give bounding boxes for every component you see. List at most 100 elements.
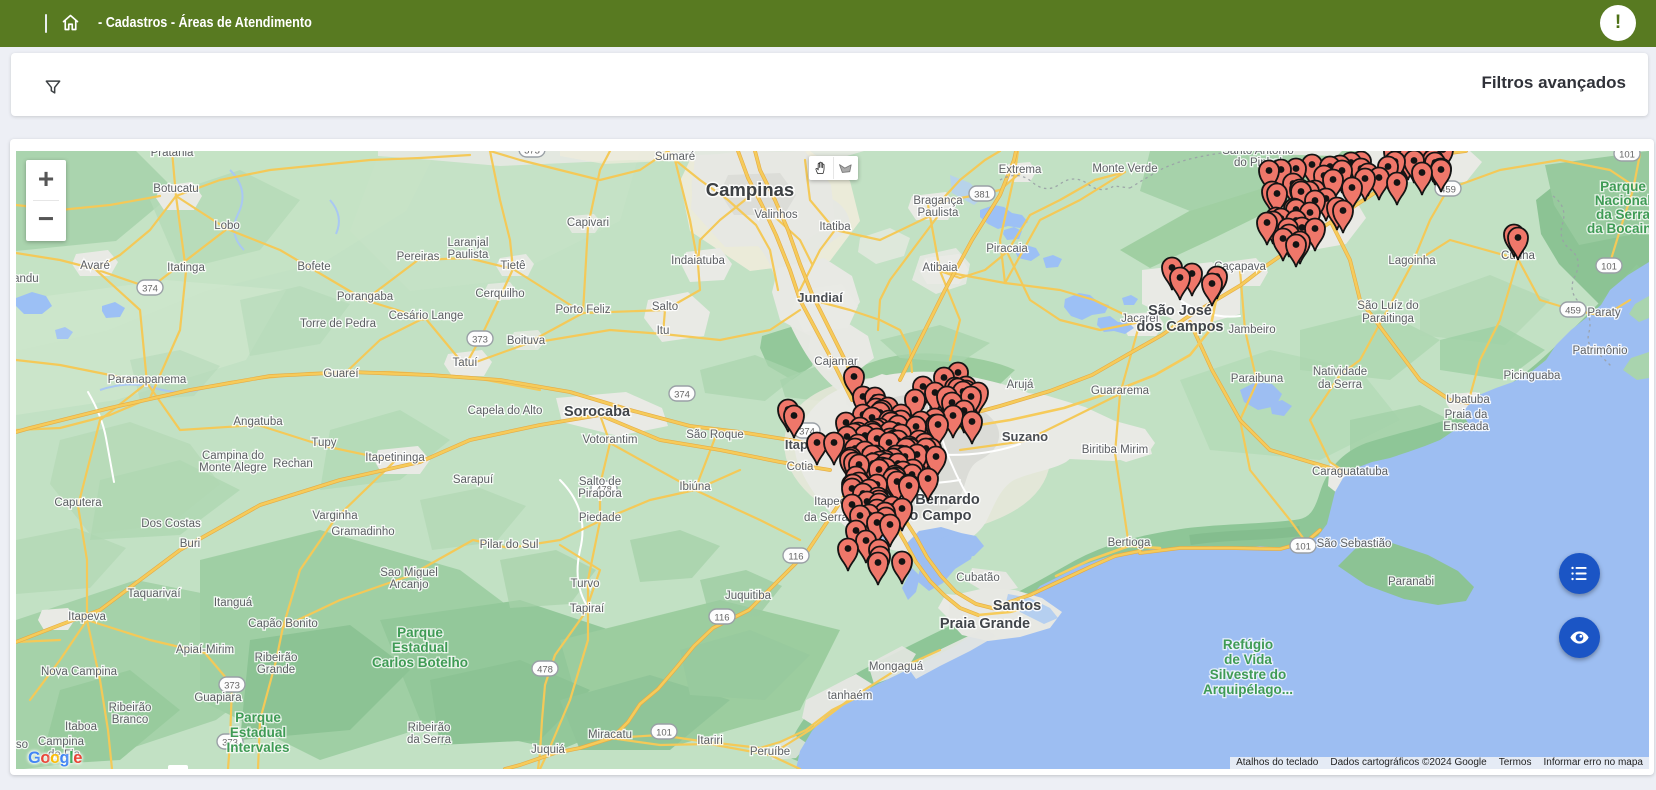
svg-text:Arcanjo: Arcanjo xyxy=(390,579,429,591)
svg-text:Branco: Branco xyxy=(112,714,148,726)
svg-text:Pilar do Sul: Pilar do Sul xyxy=(480,539,539,551)
svg-text:Caputera: Caputera xyxy=(54,497,102,509)
svg-text:Pratânia: Pratânia xyxy=(151,151,194,159)
svg-text:381: 381 xyxy=(974,190,990,201)
svg-text:Gramadinho: Gramadinho xyxy=(331,526,394,538)
svg-text:Apiaí-Mirim: Apiaí-Mirim xyxy=(176,644,234,656)
svg-text:Nova Campina: Nova Campina xyxy=(41,666,118,678)
svg-text:Arquipélago...: Arquipélago... xyxy=(1203,682,1293,697)
svg-text:Guararema: Guararema xyxy=(1091,385,1150,397)
svg-text:Enseada: Enseada xyxy=(1443,421,1489,433)
svg-text:Sumaré: Sumaré xyxy=(655,151,695,163)
svg-text:Boituva: Boituva xyxy=(507,335,546,347)
svg-text:Ibiúna: Ibiúna xyxy=(679,481,711,493)
svg-text:Ribeirão: Ribeirão xyxy=(255,652,298,664)
svg-text:Pereiras: Pereiras xyxy=(397,251,440,263)
svg-text:Laranjal: Laranjal xyxy=(448,237,489,249)
svg-text:São Luíz do: São Luíz do xyxy=(1357,300,1418,312)
svg-text:Tapiraí: Tapiraí xyxy=(570,603,605,615)
svg-text:Avaré: Avaré xyxy=(80,260,110,272)
svg-text:Caraguatatuba: Caraguatatuba xyxy=(1312,466,1389,478)
svg-text:Paraibuna: Paraibuna xyxy=(1231,373,1284,385)
svg-text:Campinas: Campinas xyxy=(706,179,794,200)
svg-text:478: 478 xyxy=(537,665,553,676)
svg-text:Lagoinha: Lagoinha xyxy=(1388,255,1436,267)
svg-text:Paranabi: Paranabi xyxy=(1388,576,1434,588)
svg-text:101: 101 xyxy=(1619,151,1635,161)
svg-text:Itaboa: Itaboa xyxy=(65,721,98,733)
svg-text:373: 373 xyxy=(224,681,240,692)
svg-text:Atibaia: Atibaia xyxy=(922,262,958,274)
svg-text:Itatinga: Itatinga xyxy=(167,262,205,274)
svg-text:Biritiba Mirim: Biritiba Mirim xyxy=(1082,444,1148,456)
svg-text:Cesário Lange: Cesário Lange xyxy=(389,310,464,322)
svg-text:de Vida: de Vida xyxy=(1224,652,1272,667)
svg-text:São Sebastião: São Sebastião xyxy=(1317,538,1392,550)
svg-text:Praia Grande: Praia Grande xyxy=(940,616,1030,632)
svg-text:Itariri: Itariri xyxy=(697,735,723,747)
svg-text:Estadual: Estadual xyxy=(230,725,286,740)
svg-text:Ubatuba: Ubatuba xyxy=(1446,394,1490,406)
svg-text:Varginha: Varginha xyxy=(312,510,358,522)
svg-text:374: 374 xyxy=(674,390,690,401)
svg-text:101: 101 xyxy=(1295,542,1311,553)
svg-text:Paulista: Paulista xyxy=(448,249,490,261)
svg-text:Guareí: Guareí xyxy=(323,368,359,380)
svg-text:Arujá: Arujá xyxy=(1007,379,1034,391)
svg-text:Itapetininga: Itapetininga xyxy=(365,452,425,464)
svg-text:Paranapanema: Paranapanema xyxy=(108,374,187,386)
svg-text:Grande: Grande xyxy=(257,664,295,676)
svg-text:da Serra: da Serra xyxy=(1318,379,1363,391)
svg-text:da Bocaina: da Bocaina xyxy=(1587,221,1649,236)
svg-text:Natividade: Natividade xyxy=(1313,366,1367,378)
svg-text:Salto: Salto xyxy=(652,301,678,313)
svg-text:Pirapora: Pirapora xyxy=(578,488,622,500)
svg-text:Estadual: Estadual xyxy=(392,640,448,655)
svg-text:Intervales: Intervales xyxy=(226,740,289,755)
svg-text:Juquitiba: Juquitiba xyxy=(725,590,772,602)
svg-text:Jundiaí: Jundiaí xyxy=(797,290,843,305)
svg-text:da Serra: da Serra xyxy=(1596,207,1649,222)
svg-text:Parque: Parque xyxy=(1600,179,1646,194)
svg-text:Porangaba: Porangaba xyxy=(337,291,394,303)
svg-text:Parque: Parque xyxy=(235,710,281,725)
svg-text:374: 374 xyxy=(142,284,158,295)
svg-text:Piracaia: Piracaia xyxy=(986,243,1028,255)
svg-text:Dos Costas: Dos Costas xyxy=(141,518,201,530)
svg-text:Santos: Santos xyxy=(993,598,1041,614)
svg-text:Carlos Botelho: Carlos Botelho xyxy=(372,655,468,670)
svg-text:Capão Bonito: Capão Bonito xyxy=(248,618,318,630)
svg-text:Tupy: Tupy xyxy=(311,437,336,449)
svg-text:da Serra: da Serra xyxy=(407,734,452,746)
svg-text:Cubatão: Cubatão xyxy=(956,572,999,584)
svg-text:Nacional: Nacional xyxy=(1595,193,1649,208)
svg-text:Parque: Parque xyxy=(397,625,443,640)
svg-text:373: 373 xyxy=(472,335,488,346)
svg-text:Campina do: Campina do xyxy=(202,450,264,462)
svg-text:Peruíbe: Peruíbe xyxy=(750,746,790,758)
svg-text:Paraty: Paraty xyxy=(1587,307,1620,319)
svg-text:Porto Feliz: Porto Feliz xyxy=(556,304,611,316)
svg-text:Juquiá: Juquiá xyxy=(531,744,565,756)
svg-text:101: 101 xyxy=(1601,262,1617,273)
svg-text:Angatuba: Angatuba xyxy=(233,416,283,428)
svg-text:Tatuí: Tatuí xyxy=(453,357,479,369)
svg-text:Cotia: Cotia xyxy=(787,461,814,473)
svg-text:tanhaém: tanhaém xyxy=(828,690,873,702)
svg-text:Ribeirão: Ribeirão xyxy=(408,722,451,734)
svg-text:Capela do Alto: Capela do Alto xyxy=(468,405,543,417)
svg-text:Itanguá: Itanguá xyxy=(214,597,253,609)
svg-text:Tietê: Tietê xyxy=(500,260,525,272)
svg-text:Sarapuí: Sarapuí xyxy=(453,474,494,486)
svg-text:Praia da: Praia da xyxy=(1445,409,1488,421)
svg-text:randu: randu xyxy=(16,273,39,285)
svg-text:Buri: Buri xyxy=(180,538,200,550)
svg-text:Paulista: Paulista xyxy=(918,207,960,219)
svg-text:Salto de: Salto de xyxy=(579,476,621,488)
svg-text:116: 116 xyxy=(714,613,729,624)
svg-text:Turvo: Turvo xyxy=(571,578,600,590)
svg-text:Paraitinga: Paraitinga xyxy=(1362,313,1414,325)
svg-text:Miracatu: Miracatu xyxy=(588,729,632,741)
svg-text:São José: São José xyxy=(1148,303,1212,319)
svg-text:Itu: Itu xyxy=(657,325,670,337)
